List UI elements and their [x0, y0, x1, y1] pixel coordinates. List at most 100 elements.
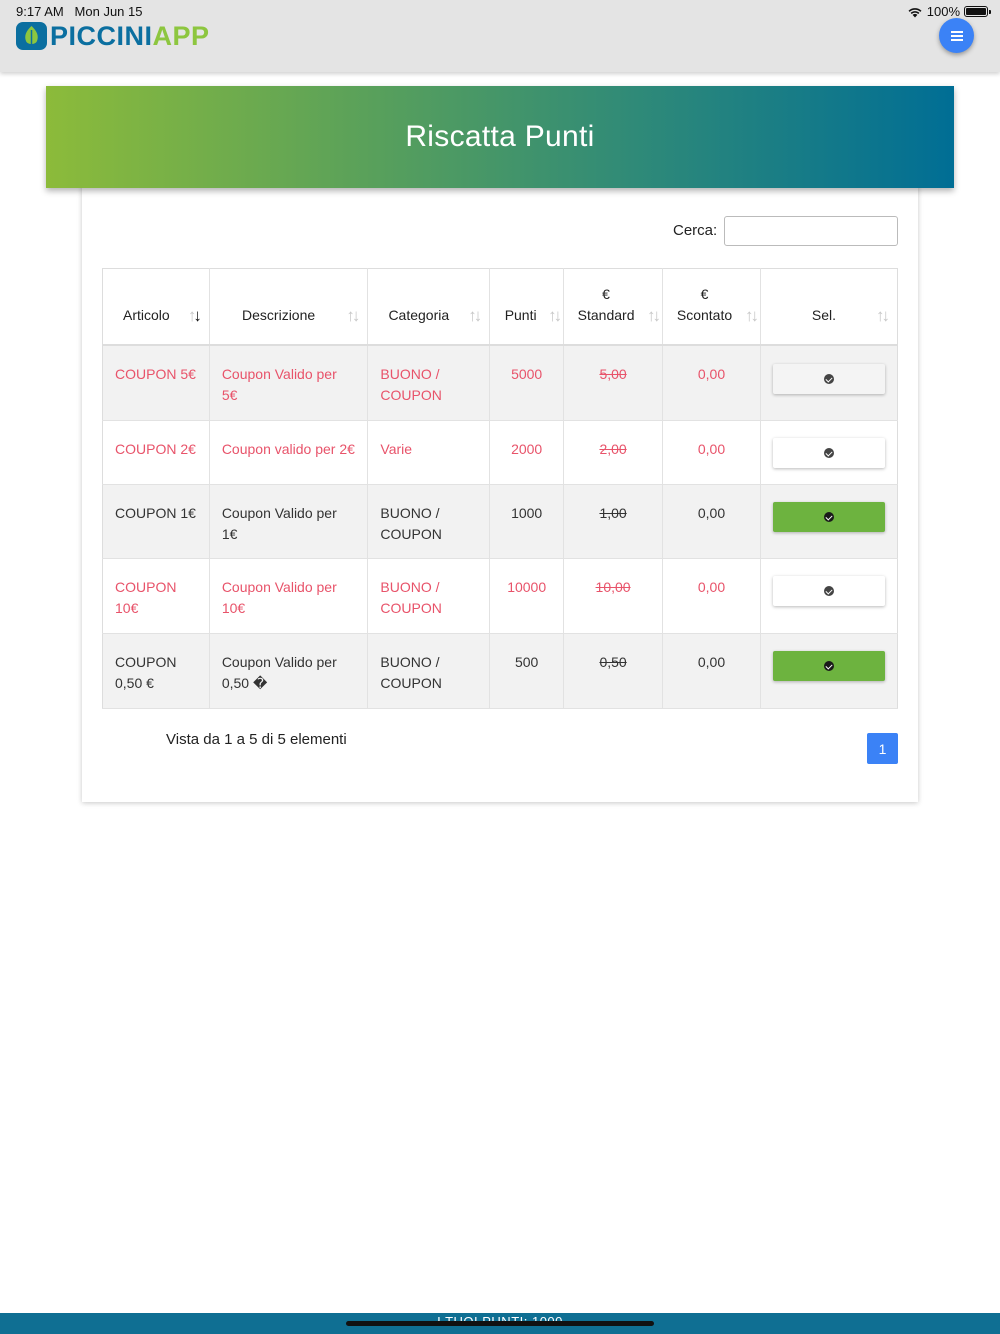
column-header-label: Categoria [388, 306, 450, 323]
cell-descrizione: Coupon valido per 2€ [209, 420, 369, 485]
cell-articolo: COUPON 10€ [102, 558, 210, 634]
page-title: Riscatta Punti [405, 120, 595, 153]
sort-icon[interactable]: ↑↓ [468, 306, 482, 326]
top-bar: 9:17 AM Mon Jun 15 100% PICCINIAPP [0, 0, 1000, 72]
status-time: 9:17 AM [16, 4, 64, 19]
cell-standard-value: 10,00 [595, 579, 631, 595]
cell-categoria: BUONO / COUPON [367, 484, 491, 559]
cell-sel [760, 633, 899, 709]
sort-icon[interactable]: ↑↓ [346, 306, 360, 326]
cell-punti: 1000 [489, 484, 565, 559]
hamburger-menu-button[interactable] [939, 18, 974, 53]
cell-descrizione: Coupon Valido per 5€ [209, 344, 369, 421]
cell-punti: 5000 [489, 344, 565, 421]
column-header-punti[interactable]: Punti ↑↓ [489, 268, 565, 346]
check-circle-icon [823, 448, 834, 458]
column-header-label: Sel. [811, 306, 837, 323]
table-row: COUPON 1€ Coupon Valido per 1€ BUONO / C… [102, 484, 899, 559]
cell-categoria: BUONO / COUPON [367, 633, 491, 709]
select-button[interactable] [772, 363, 885, 394]
logo-text-piccini: PICCINI [50, 21, 153, 51]
column-header-standard[interactable]: € Standard ↑↓ [563, 268, 664, 346]
cell-sel [760, 420, 899, 485]
column-header-label: Articolo [123, 306, 170, 323]
cell-scontato: 0,00 [662, 420, 761, 485]
check-circle-icon [823, 373, 834, 384]
sort-icon[interactable]: ↑↓ [647, 306, 661, 326]
cell-standard: 10,00 [563, 558, 664, 634]
cell-categoria: BUONO / COUPON [367, 558, 491, 634]
cell-standard-value: 5,00 [599, 365, 627, 382]
currency-symbol: € [700, 285, 709, 302]
check-circle-icon [823, 512, 834, 522]
currency-symbol: € [602, 285, 610, 302]
cell-descrizione: Coupon Valido per 0,50 � [209, 633, 369, 709]
app-logo-text: PICCINIAPP [50, 21, 210, 51]
battery-percentage: 100% [926, 4, 960, 19]
cell-sel [760, 344, 899, 421]
sort-icon[interactable]: ↑↓ [745, 306, 759, 326]
check-circle-icon [823, 586, 834, 596]
cell-punti: 2000 [489, 420, 565, 485]
column-header-text: Scontato [676, 306, 733, 323]
page-button-1[interactable]: 1 [867, 733, 898, 764]
cell-articolo: COUPON 0,50 € [102, 633, 210, 709]
column-header-categoria[interactable]: Categoria ↑↓ [367, 268, 491, 346]
table-row: COUPON 10€ Coupon Valido per 10€ BUONO /… [102, 558, 899, 634]
cell-standard: 1,00 [563, 484, 664, 559]
cell-categoria: Varie [367, 420, 491, 485]
column-header-label: Punti [504, 306, 537, 323]
cell-articolo: COUPON 2€ [102, 420, 210, 485]
column-header-text: Standard [577, 306, 635, 323]
status-date: Mon Jun 15 [74, 4, 143, 19]
sort-icon[interactable]: ↑↓ [548, 306, 562, 326]
column-header-sel[interactable]: Sel. ↑↓ [760, 268, 899, 346]
leaf-logo-icon [16, 22, 47, 50]
wifi-icon [908, 7, 922, 17]
select-button[interactable] [772, 576, 885, 606]
search-label: Cerca: [673, 222, 718, 239]
pagination-info: Vista da 1 a 5 di 5 elementi [166, 731, 347, 748]
column-header-label: € Scontato [677, 284, 732, 326]
table-row: COUPON 0,50 € Coupon Valido per 0,50 � B… [102, 633, 899, 709]
cell-standard-value: 0,50 [599, 654, 627, 670]
check-circle-icon [823, 661, 834, 671]
status-bar-right: 100% [907, 4, 991, 19]
cell-punti: 500 [489, 633, 565, 709]
cell-descrizione: Coupon Valido per 10€ [209, 558, 369, 634]
cell-scontato: 0,00 [662, 558, 761, 634]
column-header-label: € Standard [578, 284, 635, 326]
cell-scontato: 0,00 [662, 633, 761, 709]
cell-articolo: COUPON 5€ [102, 344, 210, 421]
column-header-label: Descrizione [242, 306, 316, 323]
table-row: COUPON 5€ Coupon Valido per 5€ BUONO / C… [102, 344, 899, 421]
home-indicator[interactable] [346, 1321, 654, 1326]
cell-scontato: 0,00 [662, 484, 761, 559]
cell-standard-value: 2,00 [599, 441, 627, 457]
cell-standard: 2,00 [563, 420, 664, 485]
select-button-selected[interactable] [772, 651, 885, 681]
column-header-descrizione[interactable]: Descrizione ↑↓ [209, 268, 369, 346]
sort-ascending-icon[interactable]: ↑↓ [188, 306, 202, 326]
search-input[interactable] [724, 216, 898, 246]
page-banner: Riscatta Punti [46, 86, 954, 188]
app-logo[interactable]: PICCINIAPP [15, 21, 210, 51]
cell-articolo: COUPON 1€ [102, 484, 210, 559]
select-button[interactable] [772, 438, 885, 468]
table-header-row: Articolo ↑↓ Descrizione ↑↓ Categoria ↑↓ … [102, 268, 899, 346]
select-button-selected[interactable] [772, 502, 885, 532]
cell-standard: 0,50 [563, 633, 664, 709]
status-bar-time: 9:17 AM Mon Jun 15 [16, 4, 142, 19]
coupons-table: Articolo ↑↓ Descrizione ↑↓ Categoria ↑↓ … [102, 268, 899, 709]
column-header-scontato[interactable]: € Scontato ↑↓ [662, 268, 761, 346]
cell-standard-value: 1,00 [599, 505, 627, 521]
logo-text-app: APP [152, 21, 210, 51]
column-header-articolo[interactable]: Articolo ↑↓ [102, 268, 210, 346]
cell-sel [760, 558, 899, 634]
cell-scontato: 0,00 [662, 344, 761, 421]
cell-descrizione: Coupon Valido per 1€ [209, 484, 369, 559]
hamburger-icon [950, 34, 963, 37]
cell-sel [760, 484, 899, 559]
table-row: COUPON 2€ Coupon valido per 2€ Varie 200… [102, 420, 899, 485]
sort-icon[interactable]: ↑↓ [876, 306, 890, 326]
